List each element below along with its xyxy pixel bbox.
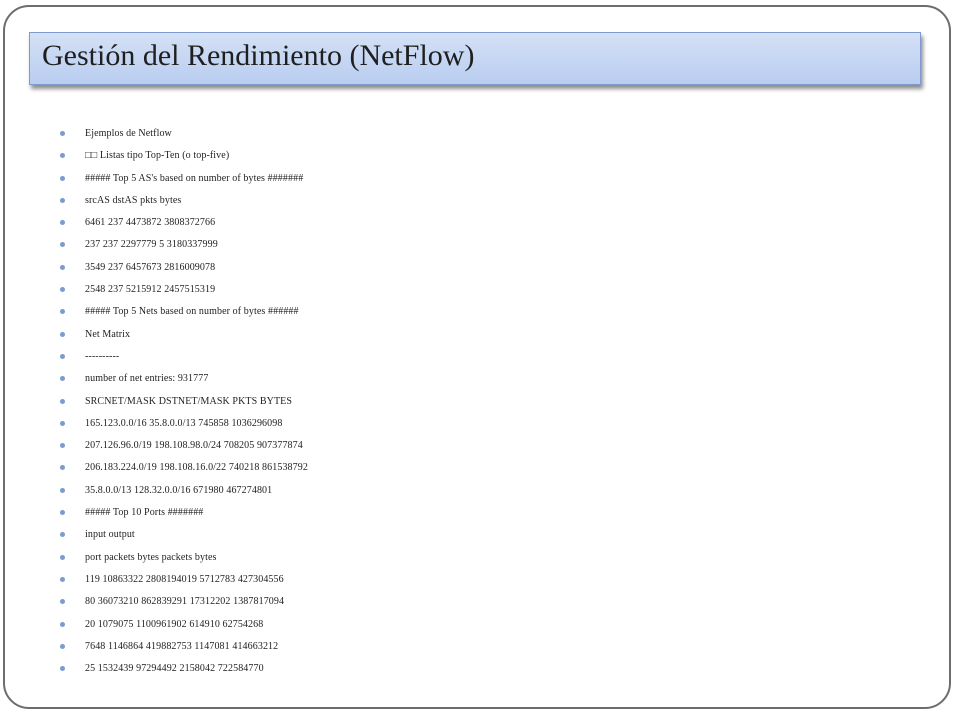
bullet-dot-icon <box>60 576 65 582</box>
bullet-item: 3549 237 6457673 2816009078 <box>58 257 898 279</box>
bullet-text: □□ Listas tipo Top-Ten (o top-five) <box>85 150 230 162</box>
bullet-dot-icon <box>60 510 65 516</box>
bullet-item: Ejemplos de Netflow <box>58 123 898 145</box>
bullet-text: 80 36073210 862839291 17312202 138781709… <box>85 596 285 608</box>
bullet-dot-icon <box>60 242 65 248</box>
bullet-item: 206.183.224.0/19 198.108.16.0/22 740218 … <box>58 457 898 479</box>
bullet-item: 7648 1146864 419882753 1147081 414663212 <box>58 636 898 658</box>
slide-title: Gestión del Rendimiento (NetFlow) <box>42 39 475 72</box>
bullet-text: input output <box>85 529 135 541</box>
bullet-text: ##### Top 5 AS's based on number of byte… <box>85 172 304 184</box>
bullet-dot-icon <box>60 309 65 315</box>
bullet-item: 25 1532439 97294492 2158042 722584770 <box>58 658 898 680</box>
bullet-item: ##### Top 5 AS's based on number of byte… <box>58 168 898 190</box>
bullet-item: Net Matrix <box>58 324 898 346</box>
bullet-dot-icon <box>60 131 65 136</box>
bullet-item: srcAS dstAS pkts bytes <box>58 190 898 212</box>
bullet-item: SRCNET/MASK DSTNET/MASK PKTS BYTES <box>58 391 898 413</box>
bullet-item: 20 1079075 1100961902 614910 62754268 <box>58 614 898 636</box>
bullet-text: 165.123.0.0/16 35.8.0.0/13 745858 103629… <box>85 417 283 429</box>
bullet-item: □□ Listas tipo Top-Ten (o top-five) <box>58 145 898 167</box>
bullet-dot-icon <box>60 643 65 649</box>
bullet-dot-icon <box>60 153 65 159</box>
bullet-text: 35.8.0.0/13 128.32.0.0/16 671980 4672748… <box>85 484 273 496</box>
bullet-dot-icon <box>60 487 65 493</box>
bullet-item: number of net entries: 931777 <box>58 368 898 390</box>
bullet-dot-icon <box>60 264 65 270</box>
bullet-dot-icon <box>60 465 65 471</box>
bullet-dot-icon <box>60 443 65 449</box>
bullet-text: 237 237 2297779 5 3180337999 <box>85 239 218 251</box>
bullet-text: 7648 1146864 419882753 1147081 414663212 <box>85 640 279 652</box>
bullet-dot-icon <box>60 599 65 605</box>
bullet-item: 165.123.0.0/16 35.8.0.0/13 745858 103629… <box>58 413 898 435</box>
bullet-item: port packets bytes packets bytes <box>58 547 898 569</box>
bullet-dot-icon <box>60 554 65 560</box>
bullet-text: 6461 237 4473872 3808372766 <box>85 217 216 229</box>
bullet-dot-icon <box>60 353 65 359</box>
bullet-dot-icon <box>60 376 65 382</box>
bullet-item: 35.8.0.0/13 128.32.0.0/16 671980 4672748… <box>58 480 898 502</box>
bullet-text: number of net entries: 931777 <box>85 373 209 385</box>
bullet-text: port packets bytes packets bytes <box>85 551 217 563</box>
bullet-dot-icon <box>60 175 65 181</box>
bullet-text: 206.183.224.0/19 198.108.16.0/22 740218 … <box>85 462 308 474</box>
bullet-dot-icon <box>60 398 65 404</box>
bullet-item: 119 10863322 2808194019 5712783 42730455… <box>58 569 898 591</box>
bullet-text: 20 1079075 1100961902 614910 62754268 <box>85 618 264 630</box>
bullet-dot-icon <box>60 220 65 226</box>
bullet-dot-icon <box>60 532 65 538</box>
bullet-text: Net Matrix <box>85 328 131 340</box>
bullet-dot-icon <box>60 666 65 672</box>
bullet-text: ##### Top 10 Ports ####### <box>85 507 204 519</box>
bullet-item: ##### Top 10 Ports ####### <box>58 502 898 524</box>
bullet-text: 119 10863322 2808194019 5712783 42730455… <box>85 573 284 585</box>
bullet-text: ##### Top 5 Nets based on number of byte… <box>85 306 299 318</box>
bullet-text: 207.126.96.0/19 198.108.98.0/24 708205 9… <box>85 440 303 452</box>
bullet-item: ---------- <box>58 346 898 368</box>
bullet-dot-icon <box>60 331 65 337</box>
bullet-text: SRCNET/MASK DSTNET/MASK PKTS BYTES <box>85 395 293 407</box>
bullet-text: Ejemplos de Netflow <box>85 128 172 139</box>
bullet-text: ---------- <box>85 350 120 362</box>
bullet-dot-icon <box>60 287 65 293</box>
bullet-item: 80 36073210 862839291 17312202 138781709… <box>58 591 898 613</box>
bullet-item: 2548 237 5215912 2457515319 <box>58 279 898 301</box>
bullet-list: Ejemplos de Netflow □□ Listas tipo Top-Te… <box>58 123 898 680</box>
bullet-item: ##### Top 5 Nets based on number of byte… <box>58 301 898 323</box>
bullet-item: input output <box>58 524 898 546</box>
bullet-dot-icon <box>60 621 65 627</box>
bullet-item: 207.126.96.0/19 198.108.98.0/24 708205 9… <box>58 435 898 457</box>
bullet-text: srcAS dstAS pkts bytes <box>85 194 182 206</box>
bullet-text: 3549 237 6457673 2816009078 <box>85 261 216 273</box>
bullet-text: 2548 237 5215912 2457515319 <box>85 284 216 296</box>
bullet-dot-icon <box>60 420 65 426</box>
bullet-dot-icon <box>60 197 65 203</box>
title-bar: Gestión del Rendimiento (NetFlow) <box>29 32 921 85</box>
bullet-item: 6461 237 4473872 3808372766 <box>58 212 898 234</box>
bullet-text: 25 1532439 97294492 2158042 722584770 <box>85 663 264 675</box>
bullet-item: 237 237 2297779 5 3180337999 <box>58 234 898 256</box>
